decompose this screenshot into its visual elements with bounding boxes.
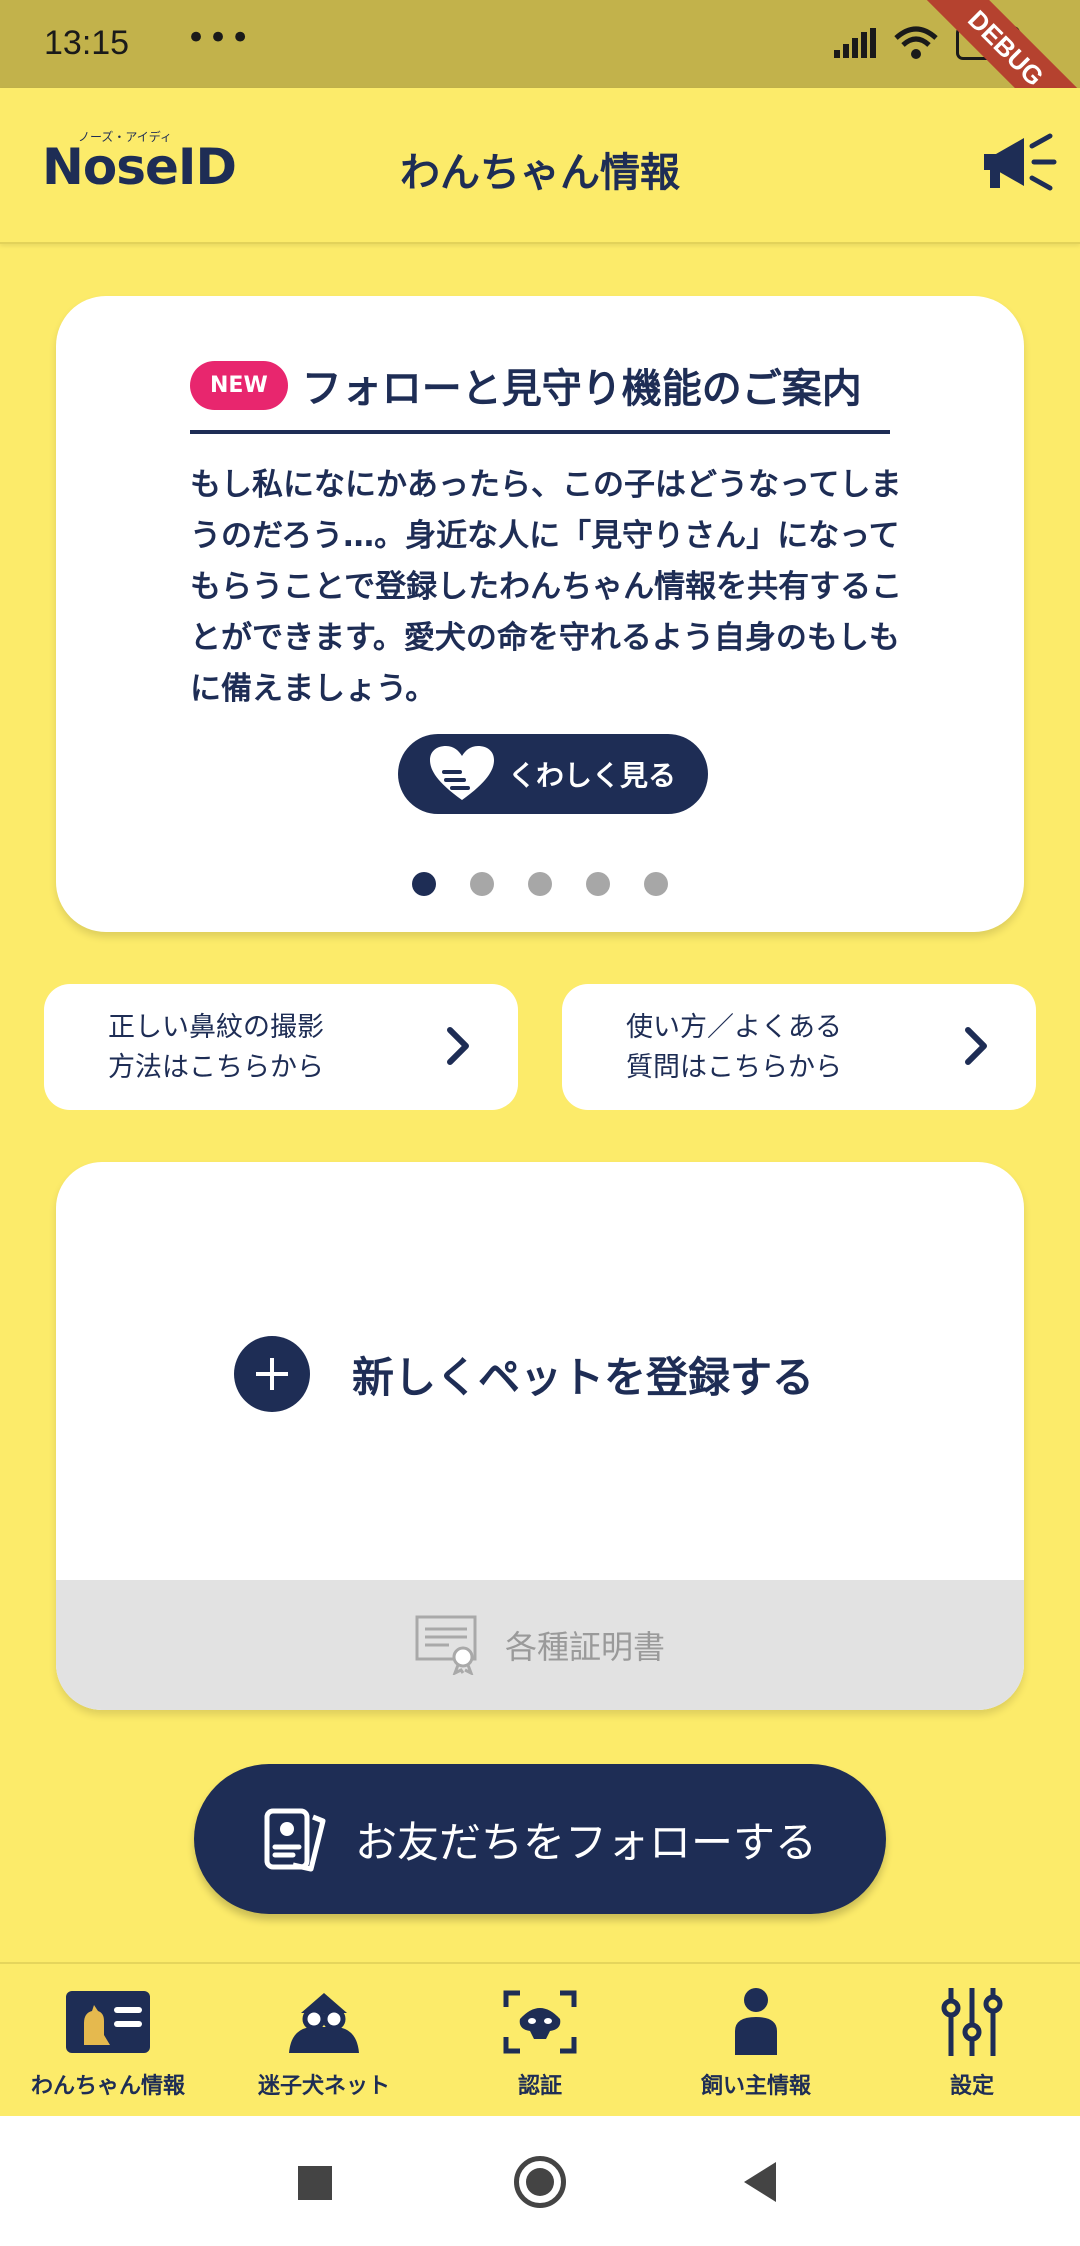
promo-header: NEW フォローと見守り機能のご案内: [190, 356, 862, 414]
pager-dot[interactable]: [528, 872, 552, 896]
nav-settings-label: 設定: [949, 2074, 994, 2099]
faq-line1: 使い方／よくある: [626, 1012, 842, 1043]
recents-icon[interactable]: [298, 2166, 332, 2200]
new-badge: NEW: [190, 360, 288, 410]
follow-friend-button[interactable]: お友だちをフォローする: [194, 1764, 886, 1914]
nav-owner-info-label: 飼い主情報: [700, 2074, 811, 2099]
plus-icon: [234, 1336, 310, 1412]
photo-guide-label: 正しい鼻紋の撮影 方法はこちらから: [108, 1008, 324, 1088]
promo-divider: [190, 430, 890, 434]
nav-authentication-label: 認証: [517, 2074, 562, 2099]
certificate-icon: [415, 1615, 477, 1675]
nav-lost-dog-net[interactable]: 迷子犬ネット: [216, 1984, 432, 2100]
promo-body: もし私になにかあったら、この子はどうなってしまうのだろう…。身近な人に「見守りさ…: [190, 467, 903, 707]
register-pet-button[interactable]: 新しくペットを登録する: [234, 1336, 814, 1412]
id-cards-icon: [264, 1808, 326, 1872]
photo-guide-link[interactable]: 正しい鼻紋の撮影 方法はこちらから: [44, 984, 518, 1110]
faq-link[interactable]: 使い方／よくある 質問はこちらから: [562, 984, 1036, 1110]
pager-dot[interactable]: [586, 872, 610, 896]
nav-owner-info[interactable]: 飼い主情報: [648, 1984, 864, 2100]
nav-dog-info-label: わんちゃん情報: [30, 2074, 185, 2099]
system-navigation-bar: [0, 2116, 1080, 2246]
pager-dot[interactable]: [470, 872, 494, 896]
back-icon[interactable]: [744, 2162, 776, 2202]
chevron-right-icon: [965, 1027, 987, 1065]
status-bar: 13:15 ••• 39 DEBUG: [0, 0, 1080, 149]
person-icon: [735, 1988, 777, 2055]
heart-hand-icon: [429, 746, 494, 800]
promo-title: フォローと見守り機能のご案内: [301, 366, 862, 412]
nav-dog-info[interactable]: わんちゃん情報: [0, 1984, 216, 2100]
home-icon[interactable]: [514, 2156, 566, 2208]
nav-lost-dog-net-label: 迷子犬ネット: [257, 2074, 390, 2099]
sliders-icon: [941, 1988, 1003, 2056]
faq-label: 使い方／よくある 質問はこちらから: [626, 1008, 842, 1088]
carousel-pager: [56, 872, 1024, 896]
faq-line2: 質問はこちらから: [626, 1052, 842, 1083]
pager-dot[interactable]: [644, 872, 668, 896]
bottom-navigation: わんちゃん情報 迷子犬ネット 認証 飼い主情報 設定: [0, 1962, 1080, 2116]
wifi-icon: [894, 26, 938, 59]
certificates-button[interactable]: 各種証明書: [56, 1580, 1024, 1710]
megaphone-icon[interactable]: [980, 132, 1058, 194]
nav-settings[interactable]: 設定: [864, 1984, 1080, 2100]
follow-friend-label: お友だちをフォローする: [354, 1817, 817, 1867]
register-pet-card[interactable]: 新しくペットを登録する 各種証明書: [56, 1162, 1024, 1710]
signal-icon: [834, 28, 876, 58]
notification-overflow-icon: •••: [186, 18, 253, 58]
photo-guide-line2: 方法はこちらから: [108, 1052, 324, 1083]
certificates-label: 各種証明書: [504, 1628, 665, 1666]
register-pet-label: 新しくペットを登録する: [352, 1352, 815, 1402]
nav-authentication[interactable]: 認証: [432, 1984, 648, 2100]
photo-guide-line1: 正しい鼻紋の撮影: [108, 1012, 324, 1043]
page-title: わんちゃん情報: [400, 150, 680, 196]
status-time: 13:15: [44, 24, 130, 62]
promo-carousel-card[interactable]: NEW フォローと見守り機能のご案内 もし私になにかあったら、この子はどうなって…: [56, 296, 1024, 932]
pager-dot-active[interactable]: [412, 872, 436, 896]
details-button-label: くわしく見る: [507, 759, 676, 792]
searcher-icon: [289, 1993, 359, 2053]
chevron-right-icon: [447, 1027, 469, 1065]
details-button[interactable]: くわしく見る: [398, 734, 708, 814]
nose-scan-icon: [503, 1990, 577, 2054]
app-bar: ノーズ・アイディ NoseID わんちゃん情報: [0, 88, 1080, 244]
dog-card-icon: [66, 1991, 150, 2053]
